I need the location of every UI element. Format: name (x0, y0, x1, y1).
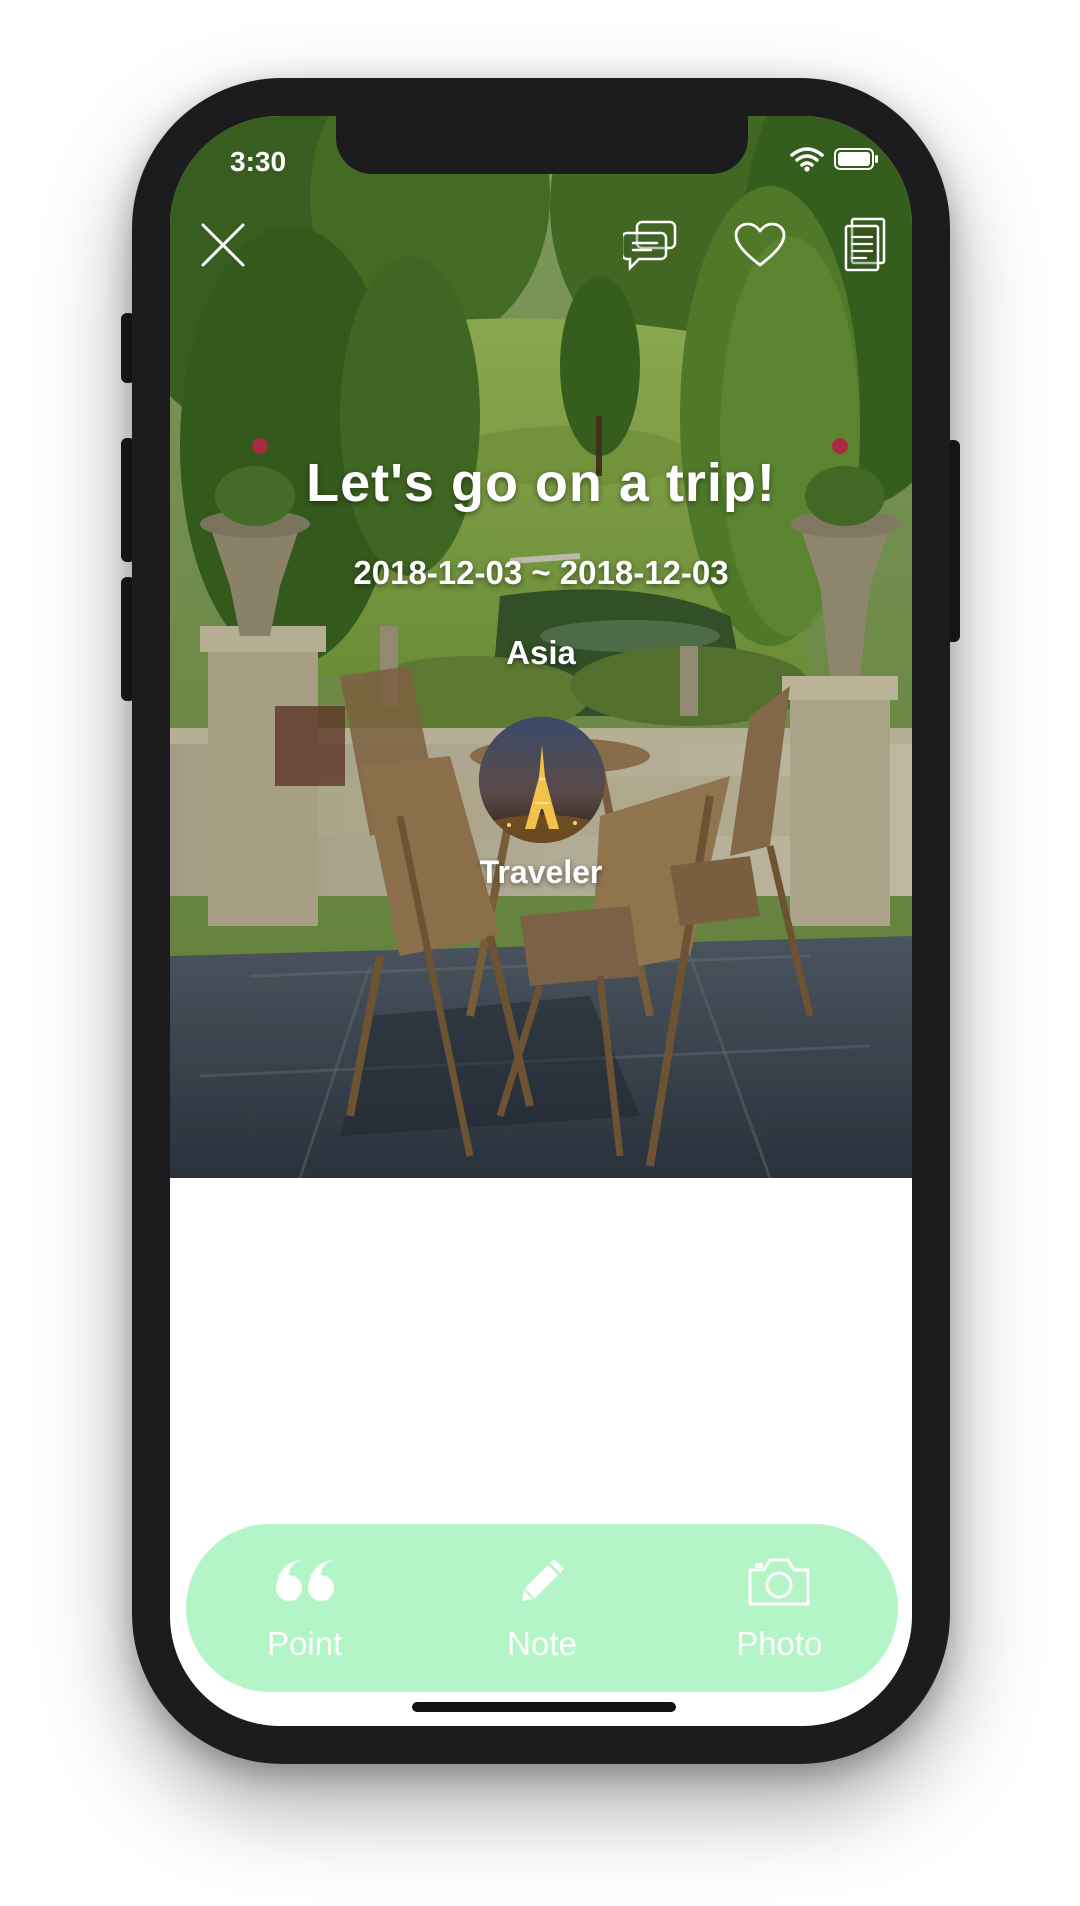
photo-button[interactable]: Photo (679, 1553, 879, 1663)
trip-dates: 2018-12-03 ~ 2018-12-03 (353, 554, 729, 591)
comments-icon (620, 219, 679, 276)
wifi-icon (790, 146, 824, 177)
action-bar: Point Note Photo (186, 1524, 898, 1692)
note-button[interactable]: Note (442, 1553, 642, 1663)
status-time: 3:30 (230, 146, 287, 177)
traveler-name: Traveler (479, 854, 603, 890)
device-mockup: 3:30 Let's go on a trip! 2018-12-03 ~ 20… (0, 0, 1080, 1906)
point-label: Point (267, 1625, 343, 1662)
trip-region: Asia (506, 634, 576, 671)
camera-icon (743, 1553, 815, 1609)
avatar[interactable] (479, 717, 605, 843)
home-indicator[interactable] (412, 1702, 676, 1712)
photo-label: Photo (736, 1625, 823, 1662)
comments-button[interactable] (618, 214, 684, 280)
quote-icon (269, 1553, 341, 1609)
document-button[interactable] (832, 214, 898, 280)
point-button[interactable]: Point (205, 1553, 405, 1663)
battery-icon (834, 147, 880, 176)
app-screen: 3:30 Let's go on a trip! 2018-12-03 ~ 20… (170, 116, 912, 1726)
notch (336, 116, 748, 174)
document-icon (842, 217, 888, 278)
pencil-icon (506, 1553, 578, 1609)
heart-icon (733, 221, 787, 274)
status-icons (790, 146, 880, 177)
eiffel-tower-photo (479, 717, 605, 843)
close-button[interactable] (190, 214, 256, 280)
like-button[interactable] (727, 214, 793, 280)
note-label: Note (507, 1625, 577, 1662)
trip-title: Let's go on a trip! (306, 453, 776, 513)
close-icon (199, 221, 247, 274)
